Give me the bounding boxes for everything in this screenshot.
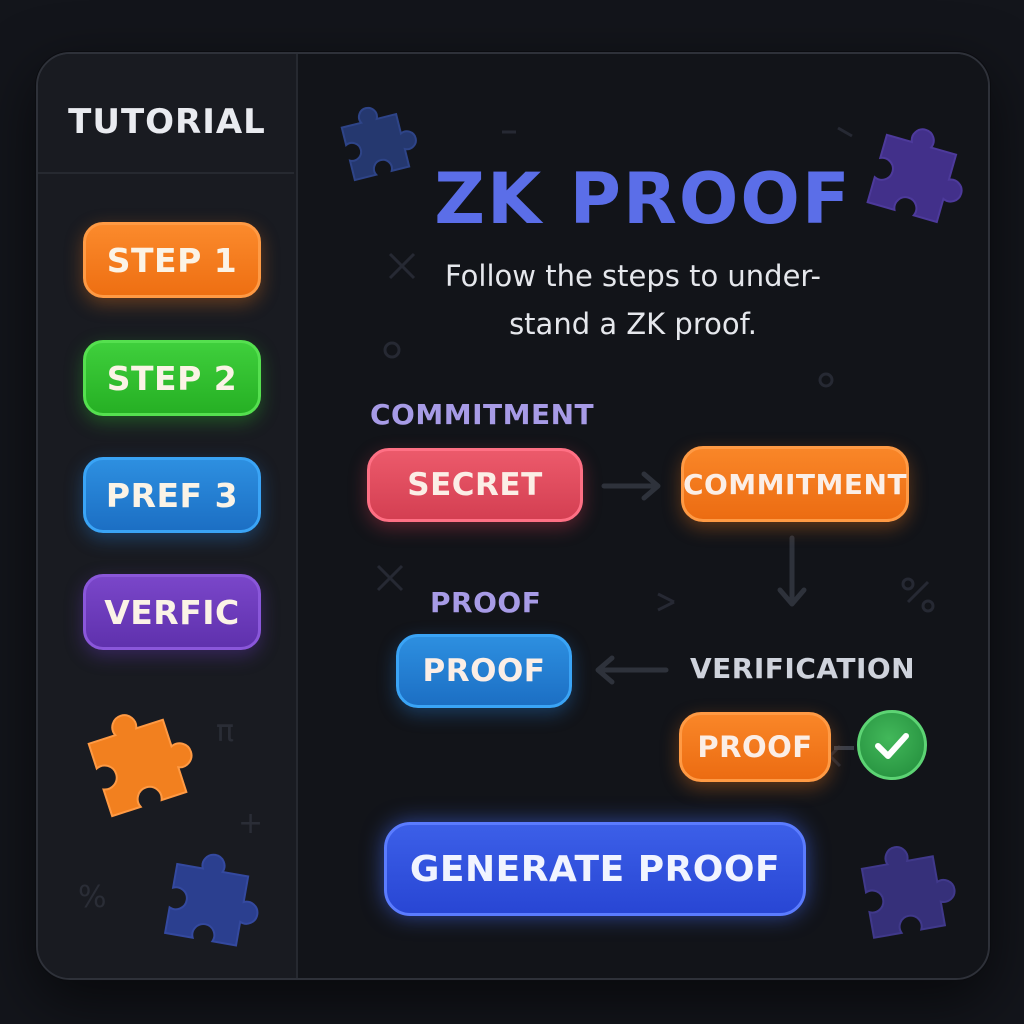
arrow-right-icon (601, 471, 661, 501)
arrow-left-icon (595, 655, 669, 685)
puzzle-piece-icon (163, 853, 259, 947)
app-window: TUTORIAL STEP 1 STEP 2 PREF 3 VERFIC π +… (36, 52, 990, 980)
verification-section-label: VERIFICATION (690, 652, 916, 685)
main-panel: ZK PROOF Follow the steps to under- stan… (298, 54, 988, 978)
generate-proof-button[interactable]: GENERATE PROOF (384, 822, 806, 916)
proof-button[interactable]: PROOF (396, 634, 572, 708)
subtitle-line-1: Follow the steps to under- (445, 259, 821, 293)
arrow-down-icon (777, 535, 807, 607)
commitment-button[interactable]: COMMITMENT (681, 446, 909, 522)
commitment-section-label: COMMITMENT (370, 398, 595, 431)
checkmark-icon (857, 710, 927, 780)
subtitle-line-2: stand a ZK proof. (509, 307, 757, 341)
puzzle-piece-icon (860, 846, 956, 939)
page-subtitle: Follow the steps to under- stand a ZK pr… (418, 252, 848, 348)
verification-proof-button[interactable]: PROOF (679, 712, 831, 782)
sidebar: TUTORIAL STEP 1 STEP 2 PREF 3 VERFIC π +… (38, 54, 298, 978)
secret-button[interactable]: SECRET (367, 448, 583, 522)
proof-section-label: PROOF (430, 586, 542, 619)
page-title: ZK PROOF (434, 158, 852, 240)
sidebar-puzzle-decorations (87, 714, 259, 947)
puzzle-piece-icon (87, 714, 193, 818)
